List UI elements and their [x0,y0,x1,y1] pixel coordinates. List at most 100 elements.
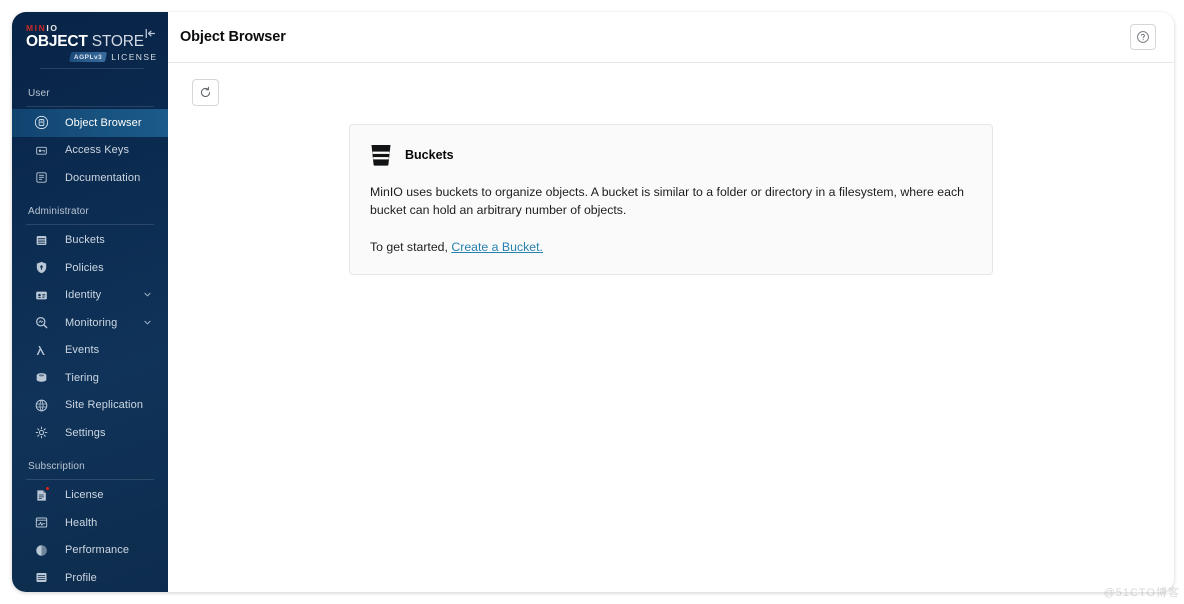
sidebar-item-label: License [65,489,104,502]
sidebar-item-license[interactable]: License [12,482,168,510]
tiering-icon [33,370,49,386]
create-bucket-link[interactable]: Create a Bucket. [451,240,543,254]
sidebar-item-settings[interactable]: Settings [12,419,168,447]
sidebar-section-divider [26,223,154,225]
profile-icon [33,570,49,586]
help-button[interactable] [1130,24,1156,50]
brand-io: IO [46,23,59,33]
collapse-left-icon[interactable] [142,25,158,41]
brand-title: OBJECT STORE [26,34,158,50]
performance-icon [33,542,49,558]
buckets-icon [33,232,49,248]
agpl-badge: AGPLv3 [68,52,108,62]
brand-minio-text: MINIO [26,23,158,33]
sidebar-section-subscription: Subscription License Health Performance Prof… [12,447,168,592]
sidebar-item-site-replication[interactable]: Site Replication [12,392,168,420]
help-circle-icon [1137,31,1149,43]
chevron-down-icon[interactable] [143,286,152,304]
card-header: Buckets [370,143,972,167]
sidebar-item-label: Identity [65,289,102,302]
action-toolbar [168,63,1174,121]
sidebar-item-documentation[interactable]: Documentation [12,164,168,192]
buckets-info-card: Buckets MinIO uses buckets to organize o… [349,124,993,275]
chevron-down-icon [144,292,151,297]
license-badge-dot [45,486,50,492]
sidebar-section-label: User [28,88,50,99]
monitoring-magnifier-icon [33,315,49,331]
sidebar-section-label: Administrator [28,205,89,217]
content-area: Buckets MinIO uses buckets to organize o… [168,121,1174,592]
sidebar-section-label: Subscription [28,460,85,472]
sidebar-item-events[interactable]: Events [12,337,168,365]
tiering-icon [36,373,46,382]
sidebar-item-tiering[interactable]: Tiering [12,364,168,392]
bucket-icon [371,145,391,166]
policies-shield-icon [33,260,49,276]
sidebar-item-profile[interactable]: Profile [12,564,168,592]
sidebar-item-buckets[interactable]: Buckets [12,227,168,255]
events-lambda-icon [33,342,49,358]
health-icon [35,517,47,528]
top-bar: Object Browser [168,12,1174,63]
sidebar-item-label: Health [65,516,98,529]
performance-icon [35,545,47,556]
sidebar-item-label: Tiering [65,371,99,384]
refresh-icon [200,86,211,98]
object-browser-icon [33,115,49,131]
chevron-down-icon [144,320,151,325]
card-cta-prefix: To get started, [370,240,452,254]
agpl-badge-label: AGPLv3 [74,53,103,61]
sidebar-item-label: Object Browser [65,116,142,129]
sidebar-item-performance[interactable]: Performance [12,537,168,565]
collapse-left-icon-svg [145,28,155,38]
object-browser-icon [34,116,48,130]
sidebar-item-policies[interactable]: Policies [12,254,168,282]
sidebar-item-label: Buckets [65,234,105,247]
documentation-icon [33,170,49,186]
brand-license-row: AGPLv3 LICENSE [26,52,158,62]
profile-icon [36,573,46,583]
sidebar-item-identity[interactable]: Identity [12,282,168,310]
documentation-icon [35,172,47,183]
sidebar-item-label: Profile [65,571,97,584]
sidebar-item-object-browser[interactable]: Object Browser [12,109,168,137]
sidebar-section-user: User Object Browser Access Keys Documentati… [12,74,168,192]
sidebar-section-divider [26,478,154,480]
access-keys-icon [35,146,47,155]
brand-logo: MINIO OBJECT STORE AGPLv3 LICENSE [12,12,168,74]
sidebar-item-label: Policies [65,261,104,274]
sidebar-item-label: Site Replication [65,399,144,412]
sidebar: MINIO OBJECT STORE AGPLv3 LICENSE User Ob… [12,12,168,592]
sidebar-item-monitoring[interactable]: Monitoring [12,309,168,337]
site-replication-icon [35,399,47,412]
card-cta: To get started, Create a Bucket. [370,240,972,254]
refresh-button[interactable] [192,79,219,106]
sidebar-nav: User Object Browser Access Keys Documentati… [12,74,168,592]
site-replication-icon [33,397,49,413]
brand-min: MIN [26,23,47,33]
health-icon [33,515,49,531]
sidebar-item-label: Documentation [65,171,141,184]
sidebar-item-label: Settings [65,426,106,439]
brand-store: STORE [91,33,144,50]
sidebar-item-health[interactable]: Health [12,509,168,537]
chevron-down-icon[interactable] [143,314,152,332]
access-keys-icon [33,142,49,158]
brand-license-label: LICENSE [111,52,158,62]
card-description: MinIO uses buckets to organize objects. … [370,185,964,217]
page-title: Object Browser [180,29,286,45]
card-title: Buckets [405,148,454,162]
sidebar-section-divider [26,106,154,107]
sidebar-item-label: Access Keys [65,144,130,157]
identity-icon [35,291,47,300]
policies-shield-icon [36,262,46,274]
sidebar-item-label: Monitoring [65,316,118,329]
brand-divider [40,68,144,69]
app-window: MINIO OBJECT STORE AGPLv3 LICENSE User Ob… [12,12,1174,592]
settings-gear-icon [33,425,49,441]
sidebar-item-label: Events [65,344,100,357]
sidebar-item-access-keys[interactable]: Access Keys [12,137,168,165]
main-area: Object Browser Buckets MinIO uses bucket… [168,12,1174,592]
events-lambda-icon [36,345,45,355]
identity-icon [33,287,49,303]
